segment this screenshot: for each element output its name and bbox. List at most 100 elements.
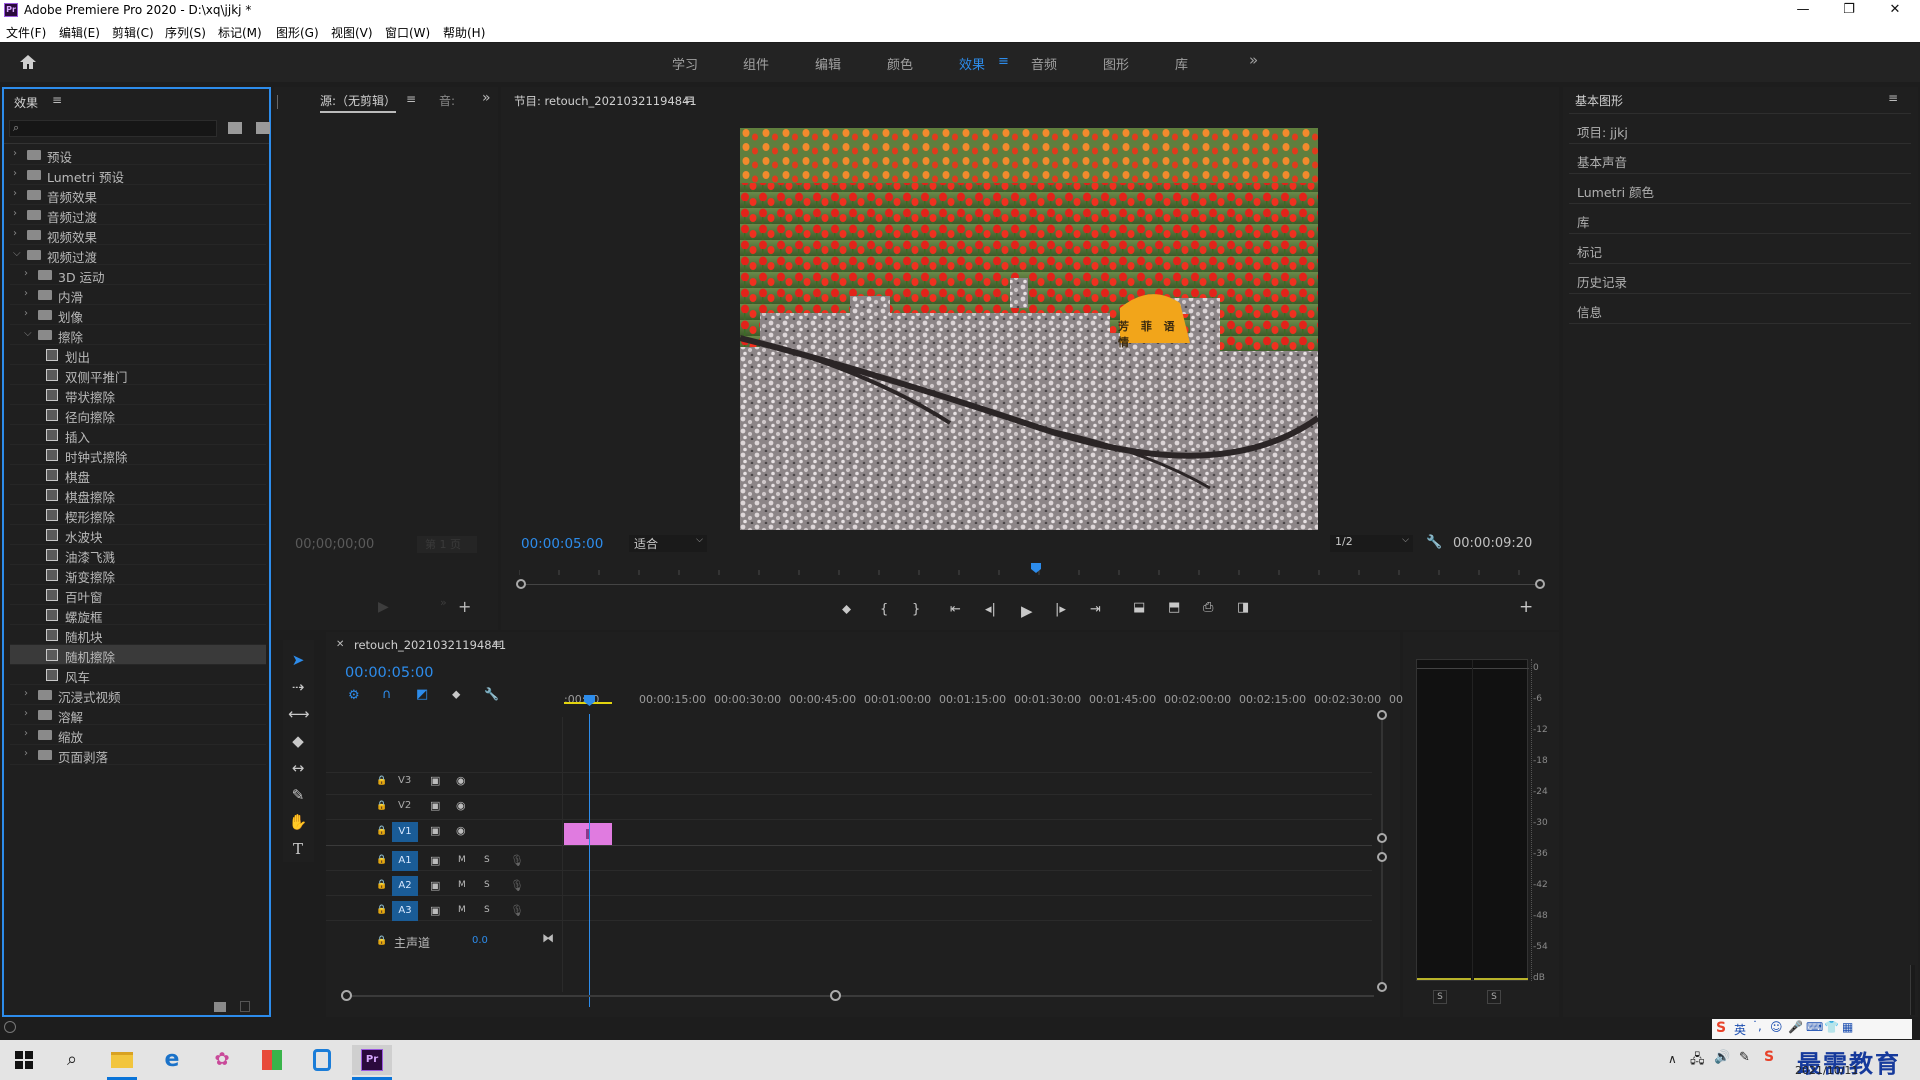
effects-folder[interactable]: › 页面剥落: [10, 745, 266, 765]
lock-icon[interactable]: 🔒: [376, 880, 387, 890]
effect-item[interactable]: 插入: [10, 425, 266, 445]
h-scroll-handle-left[interactable]: [341, 990, 352, 1001]
chevron-right-icon[interactable]: ›: [13, 148, 17, 159]
keyboard-icon[interactable]: ⌨: [1806, 1020, 1823, 1034]
menu-graphics[interactable]: 图形(G): [276, 24, 319, 41]
effects-folder[interactable]: › 音频效果: [10, 185, 266, 205]
menu-edit[interactable]: 编辑(E): [59, 24, 100, 41]
app-icon-3[interactable]: ✿: [207, 1045, 237, 1075]
go-to-out-icon[interactable]: ⇥: [1090, 602, 1101, 617]
track-select-tool-icon[interactable]: ⇢: [288, 677, 308, 697]
go-to-next-icon[interactable]: ⧓: [542, 931, 554, 945]
workspace-editing[interactable]: 编辑: [815, 54, 841, 73]
chevron-down-icon[interactable]: ⌵: [24, 328, 32, 339]
extract-icon[interactable]: ⬒: [1168, 600, 1180, 615]
track-label[interactable]: V2: [398, 800, 411, 811]
solo-right-button[interactable]: S: [1487, 990, 1501, 1004]
effects-folder[interactable]: ⌵ 视频过渡: [10, 245, 266, 265]
network-icon[interactable]: 🖧: [1690, 1050, 1705, 1072]
effect-item[interactable]: 随机块: [10, 625, 266, 645]
video-clip[interactable]: [564, 823, 612, 845]
ripple-edit-tool-icon[interactable]: ⟷: [288, 704, 310, 724]
microphone-icon[interactable]: 🎙: [510, 854, 524, 867]
effects-folder[interactable]: › 沉浸式视频: [10, 685, 266, 705]
panel-menu-icon[interactable]: ≡: [684, 92, 694, 106]
effects-folder[interactable]: › Lumetri 预设: [10, 165, 266, 185]
punctuation-icon[interactable]: ˙,: [1752, 1019, 1762, 1033]
chevron-right-icon[interactable]: ›: [24, 708, 28, 719]
microphone-icon[interactable]: 🎙: [510, 904, 524, 917]
minimize-button[interactable]: —: [1780, 0, 1826, 22]
slip-tool-icon[interactable]: ↔: [288, 758, 308, 778]
menu-clip[interactable]: 剪辑(C): [112, 24, 154, 41]
panel-lumetri-color[interactable]: Lumetri 颜色: [1577, 182, 1654, 201]
timeline-ruler[interactable]: :00:00 00:00:15:00 00:00:30:00 00:00:45:00 0…: [326, 691, 1407, 711]
effect-item[interactable]: 双侧平推门: [10, 365, 266, 385]
workspace-menu-icon[interactable]: ≡: [998, 54, 1009, 69]
panel-menu-icon[interactable]: ≡: [1888, 91, 1898, 105]
edge-browser-icon[interactable]: e: [157, 1045, 187, 1075]
panel-essential-sound[interactable]: 基本声音: [1577, 152, 1627, 171]
lift-icon[interactable]: ⬓: [1133, 600, 1145, 615]
mark-in-icon[interactable]: {: [880, 602, 888, 617]
effect-item[interactable]: 棋盘: [10, 465, 266, 485]
chevron-right-icon[interactable]: ›: [24, 288, 28, 299]
panel-markers[interactable]: 标记: [1577, 242, 1602, 261]
chevron-right-icon[interactable]: ›: [13, 228, 17, 239]
effect-item[interactable]: 时钟式擦除: [10, 445, 266, 465]
effects-folder[interactable]: › 视频效果: [10, 225, 266, 245]
right-edge-scroll[interactable]: [1910, 965, 1915, 1015]
audio-track-target[interactable]: A2: [392, 876, 418, 896]
app-icon-5[interactable]: [307, 1045, 337, 1075]
v-scroll-handle-top[interactable]: [1377, 710, 1387, 720]
audio-track-target[interactable]: A3: [392, 901, 418, 921]
source-tab[interactable]: 源:（无剪辑）: [320, 92, 397, 113]
sequence-tab[interactable]: retouch_20210321194841: [354, 638, 506, 652]
panel-menu-icon[interactable]: ≡: [406, 92, 416, 106]
effect-item[interactable]: 带状擦除: [10, 385, 266, 405]
effect-item[interactable]: 水波块: [10, 525, 266, 545]
app-icon-4[interactable]: [257, 1045, 287, 1075]
skin-icon[interactable]: 👕: [1824, 1020, 1839, 1034]
panel-libraries[interactable]: 库: [1577, 212, 1590, 231]
volume-icon[interactable]: 🔊: [1714, 1050, 1730, 1065]
lock-icon[interactable]: 🔒: [376, 855, 387, 865]
sync-lock-icon[interactable]: ▣: [430, 904, 440, 917]
effect-item[interactable]: 风车: [10, 665, 266, 685]
sync-lock-icon[interactable]: ▣: [430, 879, 440, 892]
lock-icon[interactable]: 🔒: [376, 776, 387, 786]
effects-folder[interactable]: › 缩放: [10, 725, 266, 745]
export-frame-icon[interactable]: ⎙: [1203, 600, 1213, 615]
effect-item[interactable]: 螺旋框: [10, 605, 266, 625]
workspace-learn[interactable]: 学习: [672, 54, 698, 73]
effects-folder[interactable]: › 内滑: [10, 285, 266, 305]
windows-start-icon[interactable]: [9, 1045, 39, 1075]
audio-track-target[interactable]: A1: [392, 851, 418, 871]
effect-item[interactable]: 径向擦除: [10, 405, 266, 425]
chevron-right-icon[interactable]: ›: [13, 168, 17, 179]
effect-item[interactable]: 百叶窗: [10, 585, 266, 605]
mute-button[interactable]: M: [458, 905, 466, 915]
step-forward-icon[interactable]: |▸: [1055, 602, 1066, 617]
source-page-select[interactable]: 第 1 页: [417, 536, 477, 553]
track-target-v1[interactable]: V1: [392, 822, 418, 842]
close-button[interactable]: ✕: [1872, 0, 1918, 22]
effect-item[interactable]: 楔形擦除: [10, 505, 266, 525]
ime-tray-icon[interactable]: ✎: [1739, 1050, 1750, 1065]
chevron-down-icon[interactable]: ⌵: [13, 248, 21, 259]
effect-item[interactable]: 随机擦除: [10, 645, 266, 665]
solo-left-button[interactable]: S: [1433, 990, 1447, 1004]
sogou-tray-icon[interactable]: S: [1764, 1049, 1774, 1065]
solo-button[interactable]: S: [484, 905, 490, 915]
effects-search-input[interactable]: ⌕: [9, 120, 217, 137]
effects-folder[interactable]: › 划像: [10, 305, 266, 325]
chevron-right-icon[interactable]: ›: [13, 208, 17, 219]
program-playhead-timecode[interactable]: 00:00:05:00: [521, 536, 603, 552]
effects-folder[interactable]: › 3D 运动: [10, 265, 266, 285]
more-workspaces-icon[interactable]: »: [1249, 51, 1258, 69]
eye-icon[interactable]: ◉: [456, 824, 466, 837]
audio-clip-mixer-tab[interactable]: 音:: [439, 92, 455, 109]
sync-lock-icon[interactable]: ▣: [430, 774, 440, 787]
workspace-graphics[interactable]: 图形: [1103, 54, 1129, 73]
eye-icon[interactable]: ◉: [456, 774, 466, 787]
